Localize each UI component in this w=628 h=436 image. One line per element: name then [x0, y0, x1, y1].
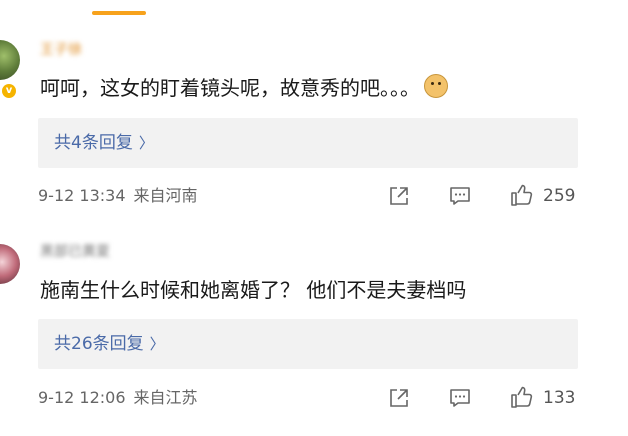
like-icon[interactable]: [510, 184, 534, 206]
doge-emoji-icon: [424, 74, 448, 98]
replies-count-label: 共4条回复: [54, 133, 133, 153]
comment-date: 9-12 13:34: [38, 186, 126, 205]
comment-source: 来自江苏: [133, 388, 198, 407]
verified-badge-icon: v: [2, 84, 16, 98]
chevron-right-icon: 〉: [149, 335, 165, 353]
share-icon[interactable]: [388, 185, 410, 207]
comment-text: 呵呵，这女的盯着镜头呢，故意秀的吧。。。: [40, 74, 448, 102]
comment-text-body: 呵呵，这女的盯着镜头呢，故意秀的吧。。。: [40, 76, 420, 100]
like-icon[interactable]: [510, 386, 534, 408]
view-replies-link[interactable]: 共26条回复〉: [54, 319, 165, 369]
replies-count-label: 共26条回复: [54, 334, 144, 354]
comment-meta: 9-12 13:34 来自河南: [38, 186, 198, 206]
reply-box[interactable]: 共26条回复〉: [38, 319, 578, 369]
avatar[interactable]: [0, 40, 20, 80]
like-count: 133: [543, 388, 576, 408]
share-icon[interactable]: [388, 387, 410, 409]
comment-meta: 9-12 12:06 来自江苏: [38, 388, 198, 408]
like-count: 259: [543, 186, 576, 206]
comment-date: 9-12 12:06: [38, 388, 126, 407]
active-tab-indicator: [92, 11, 146, 15]
comment-icon[interactable]: [449, 387, 471, 409]
comment-username[interactable]: 王子徐: [40, 42, 82, 58]
reply-box[interactable]: 共4条回复〉: [38, 118, 578, 168]
chevron-right-icon: 〉: [138, 134, 154, 152]
comment-username[interactable]: 黑部已黄夏: [40, 244, 110, 260]
avatar[interactable]: [0, 244, 20, 284]
comment-icon[interactable]: [449, 185, 471, 207]
comment-source: 来自河南: [133, 186, 198, 205]
view-replies-link[interactable]: 共4条回复〉: [54, 118, 154, 168]
comment-text: 施南生什么时候和她离婚了？ 他们不是夫妻档吗: [40, 278, 467, 302]
